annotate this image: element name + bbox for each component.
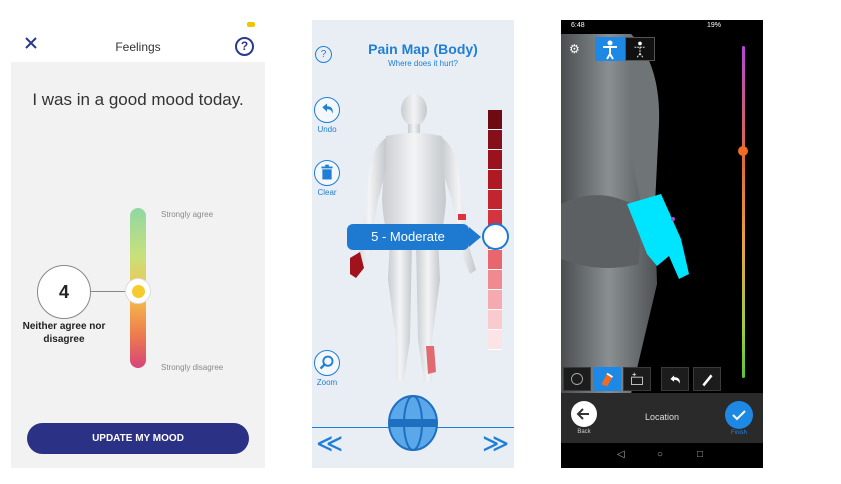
status-time: 6:48 — [571, 22, 585, 29]
value-connector-line — [91, 291, 125, 292]
android-nav-bar: ◁ ○ □ — [561, 443, 763, 468]
mood-slider-thumb[interactable] — [125, 278, 151, 304]
intensity-slider-track[interactable] — [742, 46, 745, 378]
update-mood-button[interactable]: UPDATE MY MOOD — [27, 423, 249, 454]
rotate-3d-icon — [571, 373, 583, 385]
paint-brush-icon — [601, 372, 614, 387]
back-label: Back — [577, 429, 591, 435]
severity-slider-handle[interactable] — [482, 223, 509, 250]
mood-value-label: Neither agree nor disagree — [22, 321, 106, 345]
slider-thumb-dot — [132, 285, 145, 298]
location-toolbar — [561, 367, 763, 393]
intensity-slider-thumb[interactable] — [738, 146, 748, 156]
paint-tool-button[interactable] — [593, 367, 621, 391]
mood-statement: I was in a good mood today. — [32, 90, 244, 109]
location-bottom-bar: Back Location Finish — [561, 393, 763, 443]
nav-home-icon[interactable]: ○ — [657, 449, 663, 460]
pain-map-screen: ? Pain Map (Body) Where does it hurt? Un… — [312, 20, 514, 468]
add-note-button[interactable] — [623, 367, 651, 391]
person-points-icon — [634, 41, 646, 58]
3d-toggle-button[interactable] — [563, 367, 591, 391]
scale-top-label: Strongly agree — [161, 210, 214, 219]
status-indicator — [247, 22, 255, 27]
page-title: Feelings — [115, 40, 161, 54]
help-icon[interactable]: ? — [235, 37, 254, 56]
front-view-button[interactable] — [595, 37, 625, 61]
nav-recents-icon[interactable]: □ — [697, 449, 703, 460]
pen-icon — [702, 374, 713, 387]
add-note-icon — [631, 372, 643, 385]
next-view-button[interactable]: ≫ — [482, 430, 509, 456]
status-bar: 6:48 19% — [561, 20, 763, 34]
check-icon — [732, 410, 746, 421]
nav-back-icon[interactable]: ◁ — [617, 449, 625, 460]
3d-body-view[interactable] — [561, 34, 763, 394]
mood-value-circle: 4 — [37, 265, 91, 319]
page-title: Pain Map (Body) — [368, 41, 478, 57]
previous-view-button[interactable]: ≪ — [316, 430, 343, 456]
scale-bottom-label: Strongly disagree — [161, 363, 224, 372]
settings-gear-icon[interactable]: ⚙ — [569, 42, 583, 56]
rotate-globe-icon[interactable] — [385, 393, 441, 453]
points-view-button[interactable] — [625, 37, 655, 61]
finish-label: Finish — [730, 430, 747, 436]
finish-button[interactable] — [725, 401, 753, 429]
severity-bubble-arrow — [469, 227, 481, 247]
battery-level: 19% — [707, 22, 722, 29]
person-front-icon — [603, 40, 617, 60]
pen-tool-button[interactable] — [693, 367, 721, 391]
feelings-screen: Feelings ? I was in a good mood today. S… — [11, 20, 265, 468]
pain-mark-right-arm — [458, 214, 466, 220]
undo-icon — [670, 375, 680, 384]
feelings-header: Feelings ? — [11, 20, 265, 62]
page-subtitle: Where does it hurt? — [388, 59, 458, 68]
feelings-content: I was in a good mood today. Strongly agr… — [11, 62, 265, 468]
location-screen: 6:48 19% ⚙ Back Location Finish ◁ ○ □ — [561, 20, 763, 468]
undo-button[interactable] — [661, 367, 689, 391]
severity-bubble: 5 - Moderate — [347, 224, 469, 250]
